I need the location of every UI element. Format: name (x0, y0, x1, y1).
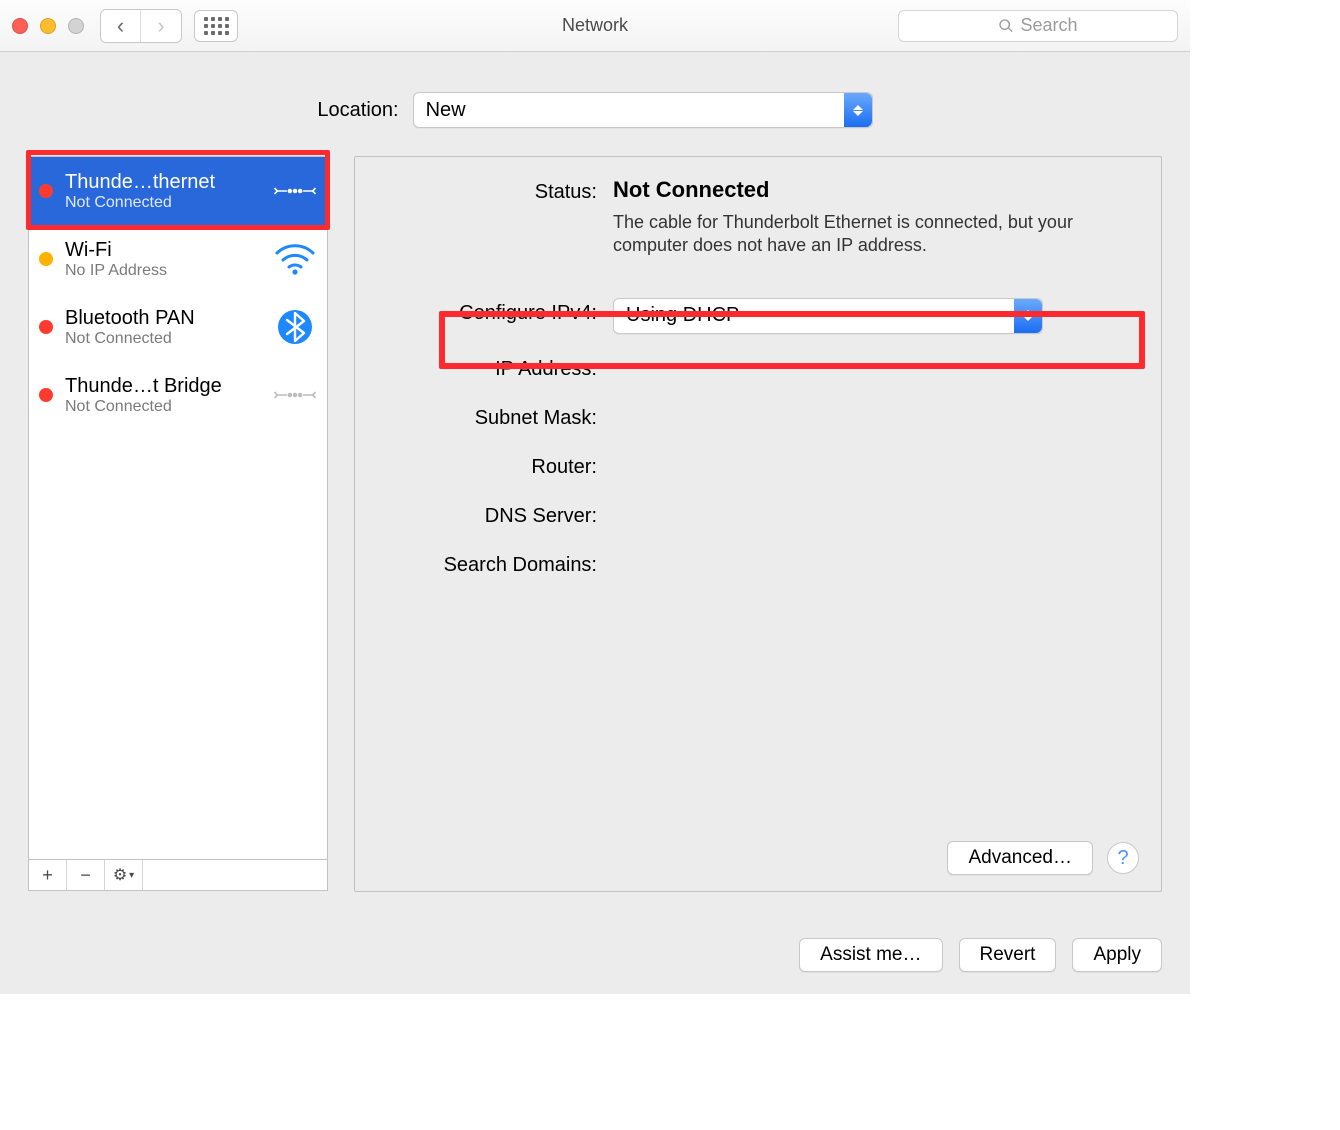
window-titlebar: ‹ › Network Search (0, 0, 1190, 52)
chevron-right-icon: › (157, 15, 164, 37)
configure-ipv4-select[interactable]: Using DHCP (613, 298, 1043, 334)
service-item-bluetooth-pan[interactable]: Bluetooth PAN Not Connected (29, 293, 327, 361)
network-services-list: Thunde…thernet Not Connected Wi-Fi No IP… (28, 156, 328, 860)
search-input[interactable]: Search (898, 10, 1178, 42)
configure-ipv4-value: Using DHCP (626, 304, 739, 327)
close-window-button[interactable] (12, 18, 28, 34)
ip-address-value (613, 358, 1139, 381)
status-dot-icon (39, 388, 53, 402)
search-domains-value (613, 554, 1139, 577)
action-bar: Assist me… Revert Apply (0, 914, 1190, 994)
nav-buttons: ‹ › (100, 9, 182, 43)
service-name: Wi-Fi (65, 239, 261, 262)
location-select[interactable]: New (413, 92, 873, 128)
dns-server-label: DNS Server: (377, 505, 597, 528)
search-icon (998, 18, 1014, 34)
apply-button[interactable]: Apply (1072, 938, 1162, 972)
revert-button[interactable]: Revert (959, 938, 1057, 972)
back-button[interactable]: ‹ (101, 10, 141, 42)
search-placeholder: Search (1020, 15, 1077, 36)
configure-ipv4-label: Configure IPv4: (377, 298, 597, 334)
chevron-down-icon: ▾ (129, 870, 134, 881)
advanced-button[interactable]: Advanced… (947, 841, 1093, 875)
subnet-mask-value (613, 407, 1139, 430)
remove-service-button[interactable]: − (67, 860, 105, 890)
service-item-thunderbolt-bridge[interactable]: Thunde…t Bridge Not Connected (29, 361, 327, 429)
traffic-lights (12, 18, 84, 34)
service-name: Bluetooth PAN (65, 307, 261, 330)
subnet-mask-label: Subnet Mask: (377, 407, 597, 430)
router-label: Router: (377, 456, 597, 479)
help-icon: ? (1117, 847, 1128, 870)
show-all-prefs-button[interactable] (194, 10, 238, 42)
service-status: Not Connected (65, 330, 261, 348)
dropdown-stepper-icon (1014, 299, 1042, 333)
service-options-button[interactable]: ⚙︎▾ (105, 860, 143, 890)
location-row: Location: New (0, 52, 1190, 156)
service-status: Not Connected (65, 194, 261, 212)
status-label: Status: (377, 177, 597, 258)
forward-button[interactable]: › (141, 10, 181, 42)
status-dot-icon (39, 184, 53, 198)
status-description: The cable for Thunderbolt Ethernet is co… (613, 211, 1073, 258)
service-item-thunderbolt-ethernet[interactable]: Thunde…thernet Not Connected (29, 157, 327, 225)
grid-icon (204, 17, 229, 35)
dropdown-stepper-icon (844, 93, 872, 127)
bluetooth-icon (273, 309, 317, 345)
service-status: Not Connected (65, 398, 261, 416)
gear-icon: ⚙︎ (113, 865, 127, 885)
dns-server-value (613, 505, 1139, 528)
router-value (613, 456, 1139, 479)
status-value: Not Connected (613, 177, 1139, 203)
service-name: Thunde…t Bridge (65, 375, 261, 398)
ethernet-icon (273, 380, 317, 410)
service-detail-panel: Status: Not Connected The cable for Thun… (354, 156, 1162, 892)
add-service-button[interactable]: + (29, 860, 67, 890)
ethernet-icon (273, 176, 317, 206)
location-label: Location: (317, 99, 398, 122)
content-area: Thunde…thernet Not Connected Wi-Fi No IP… (0, 156, 1190, 914)
fullscreen-window-button[interactable] (68, 18, 84, 34)
search-domains-label: Search Domains: (377, 554, 597, 577)
assist-me-button[interactable]: Assist me… (799, 938, 942, 972)
service-name: Thunde…thernet (65, 171, 261, 194)
wifi-icon (273, 243, 317, 275)
location-value: New (426, 99, 466, 122)
status-dot-icon (39, 252, 53, 266)
sidebar-footer: + − ⚙︎▾ (28, 859, 328, 891)
chevron-left-icon: ‹ (117, 15, 124, 37)
service-status: No IP Address (65, 262, 261, 280)
service-item-wifi[interactable]: Wi-Fi No IP Address (29, 225, 327, 293)
help-button[interactable]: ? (1107, 842, 1139, 874)
minimize-window-button[interactable] (40, 18, 56, 34)
status-dot-icon (39, 320, 53, 334)
ip-address-label: IP Address: (377, 358, 597, 381)
